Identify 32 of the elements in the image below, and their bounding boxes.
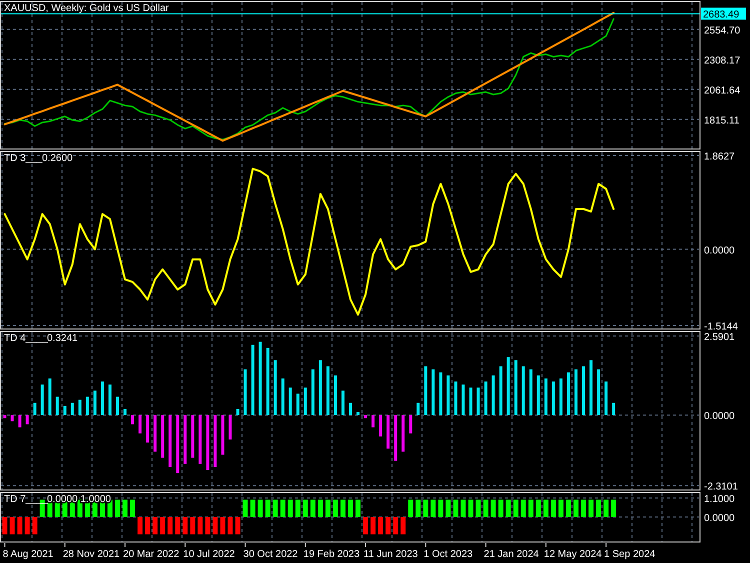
date-label: 28 Nov 2021 xyxy=(62,549,120,560)
axis-label: -1.5144 xyxy=(704,321,738,330)
indicator-title: XAUUSD, Weekly: Gold vs US Dollar xyxy=(4,3,169,14)
indicator-title: TD 4____ xyxy=(4,333,48,344)
date-label: 1 Sep 2024 xyxy=(604,549,656,560)
date-label: 21 Jan 2024 xyxy=(484,549,539,560)
indicator-value: 0.2600 xyxy=(42,153,73,164)
indicator-title: TD 3___ xyxy=(4,153,42,164)
axis-label: 1.1000 xyxy=(704,494,735,505)
axis-label: 1815.11 xyxy=(704,115,740,126)
ref-line-label: 2683.49 xyxy=(703,10,740,21)
date-label: 19 Feb 2023 xyxy=(303,549,360,560)
date-label: 30 Oct 2022 xyxy=(243,549,298,560)
axis-label: -2.3101 xyxy=(704,482,738,491)
indicator-title: TD 7____ xyxy=(4,494,48,505)
price-label: 2683.49 xyxy=(701,8,746,21)
axis-label: 1.8627 xyxy=(704,152,735,163)
axis-label: 2554.70 xyxy=(704,25,740,36)
axis-label: 0.0000 xyxy=(704,411,735,422)
date-label: 20 Mar 2022 xyxy=(123,549,180,560)
axis-label: 2308.17 xyxy=(704,55,740,66)
axis-label: 0.0000 xyxy=(704,245,735,256)
indicator-value: 0.3241 xyxy=(47,333,78,344)
date-label: 10 Jul 2022 xyxy=(183,549,235,560)
axis-label: 0.0000 xyxy=(704,513,735,524)
indicator-value: 0.0000 1.0000 xyxy=(47,494,111,505)
date-label: 8 Aug 2021 xyxy=(2,549,54,560)
axis-label: 2.5901 xyxy=(704,332,735,343)
date-label: 12 May 2024 xyxy=(544,549,602,560)
axis-label: 2061.64 xyxy=(704,85,740,96)
date-label: 1 Oct 2023 xyxy=(424,549,473,560)
date-label: 11 Jun 2023 xyxy=(364,549,418,560)
